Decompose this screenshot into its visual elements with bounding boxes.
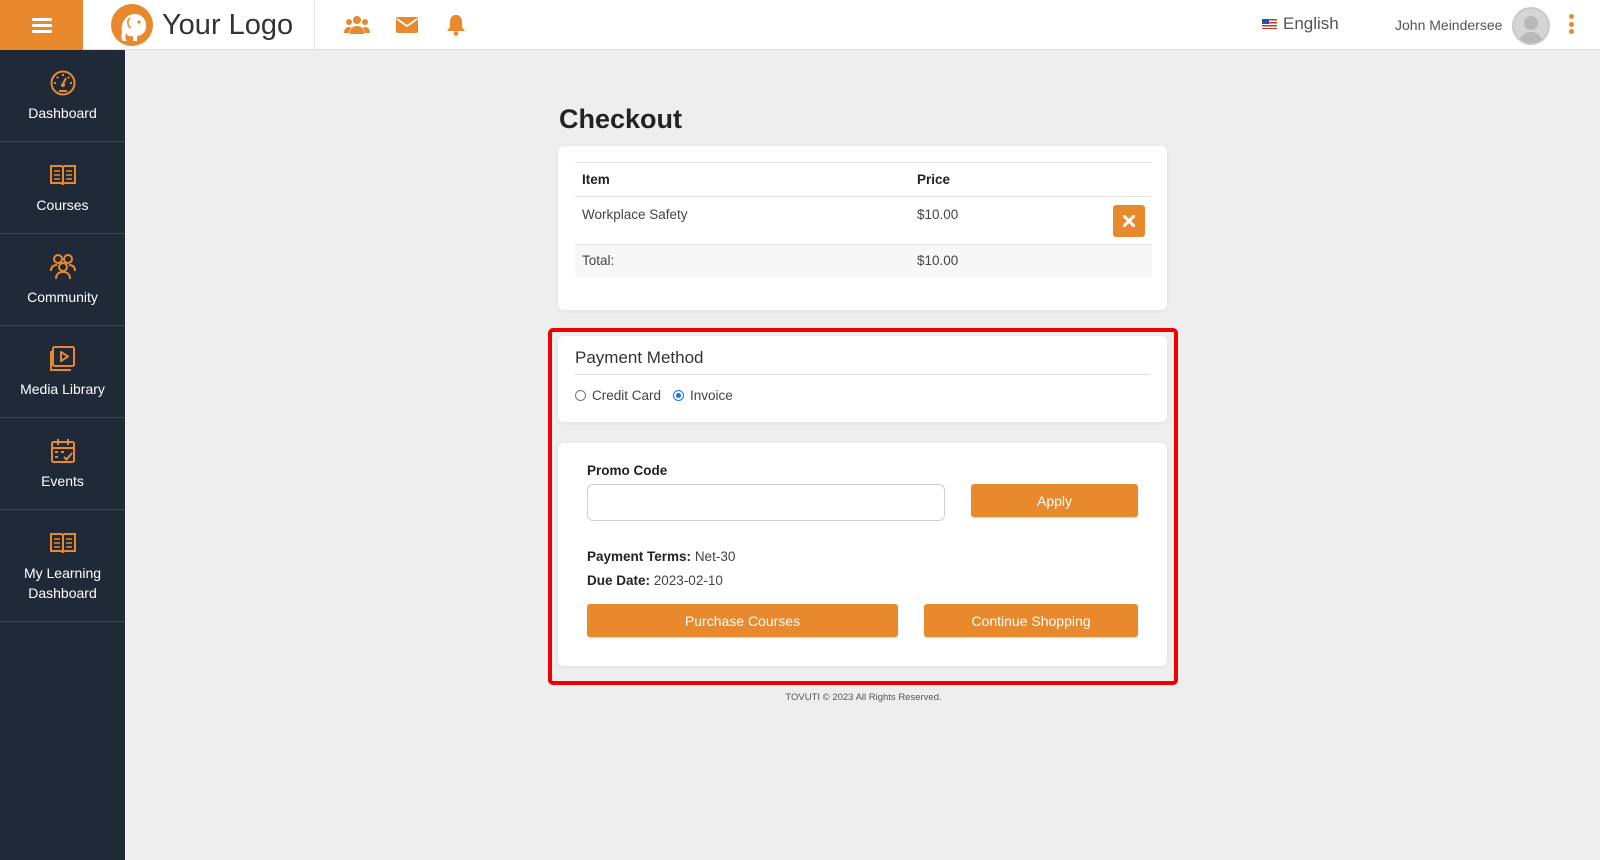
sidebar-item-label: Community xyxy=(27,288,98,305)
highlight-box xyxy=(548,328,1178,685)
item-price: $10.00 xyxy=(917,207,959,222)
menu-toggle-button[interactable] xyxy=(0,0,83,50)
close-icon xyxy=(1123,215,1135,227)
us-flag-icon xyxy=(1262,19,1277,29)
top-bar: Your Logo English John Meindersee xyxy=(0,0,1600,50)
hamburger-icon xyxy=(31,15,52,36)
book-icon xyxy=(49,532,76,553)
sidebar-item-label: Events xyxy=(41,472,84,489)
groups-icon[interactable] xyxy=(344,12,370,38)
avatar[interactable] xyxy=(1512,7,1550,45)
book-icon xyxy=(49,164,76,185)
language-label: English xyxy=(1283,14,1339,33)
page-title: Checkout xyxy=(559,104,683,134)
item-price-cell: $10.00 xyxy=(910,196,1152,245)
sidebar-item-label: My Learning Dashboard xyxy=(23,564,102,601)
table-header-row: Item Price xyxy=(575,162,1152,197)
remove-item-button[interactable] xyxy=(1113,205,1145,237)
total-value: $10.00 xyxy=(910,244,1152,278)
media-library-icon xyxy=(49,345,75,371)
logo[interactable]: Your Logo xyxy=(110,3,293,47)
sidebar: Dashboard Courses Community Media Librar… xyxy=(0,50,125,860)
sidebar-item-dashboard[interactable]: Dashboard xyxy=(0,50,125,142)
column-header-price: Price xyxy=(910,162,1152,197)
calendar-icon xyxy=(50,438,75,463)
language-selector[interactable]: English xyxy=(1262,14,1339,34)
footer-copyright: TOVUTI © 2023 All Rights Reserved. xyxy=(785,692,942,703)
sidebar-item-media-library[interactable]: Media Library xyxy=(0,326,125,418)
elephant-logo-icon xyxy=(111,4,153,46)
community-icon xyxy=(49,253,76,279)
cart-table: Item Price Workplace Safety $10.00 Total… xyxy=(575,162,1152,278)
mail-icon[interactable] xyxy=(394,12,420,38)
divider xyxy=(314,0,315,50)
more-options-icon[interactable] xyxy=(1566,14,1576,38)
total-label: Total: xyxy=(575,244,910,278)
sidebar-item-courses[interactable]: Courses xyxy=(0,142,125,234)
sidebar-item-community[interactable]: Community xyxy=(0,234,125,326)
dashboard-icon xyxy=(50,70,75,95)
user-name[interactable]: John Meindersee xyxy=(1395,17,1502,33)
total-row: Total: $10.00 xyxy=(575,244,1152,278)
table-row: Workplace Safety $10.00 xyxy=(575,196,1152,245)
logo-text: Your Logo xyxy=(162,8,294,41)
cart-card: Item Price Workplace Safety $10.00 Total… xyxy=(558,146,1167,310)
sidebar-item-events[interactable]: Events xyxy=(0,418,125,510)
sidebar-item-label: Courses xyxy=(36,196,89,213)
sidebar-item-label: Dashboard xyxy=(28,104,97,121)
sidebar-item-label: Media Library xyxy=(20,380,105,397)
sidebar-item-my-learning-dashboard[interactable]: My Learning Dashboard xyxy=(0,510,125,622)
bell-icon[interactable] xyxy=(443,12,469,38)
item-name: Workplace Safety xyxy=(575,196,910,245)
column-header-item: Item xyxy=(575,162,910,197)
